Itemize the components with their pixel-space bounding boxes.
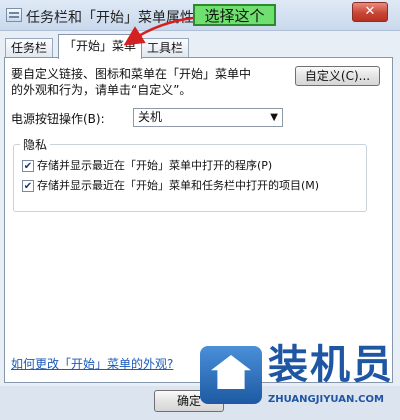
checkbox-icon[interactable]: ✔	[22, 160, 34, 172]
recent-programs-option[interactable]: ✔ 存储并显示最近在「开始」菜单中打开的程序(P)	[22, 157, 272, 173]
tab-toolbars[interactable]: 工具栏	[141, 38, 190, 58]
annotation-callout: 选择这个	[193, 4, 276, 26]
customize-description: 要自定义链接、图标和菜单在「开始」菜单中的外观和行为，请单击“自定义”。	[11, 67, 252, 97]
watermark-url: ZHUANGJIYUAN.COM	[268, 394, 384, 405]
house-logo-icon	[200, 346, 262, 404]
tab-label: 工具栏	[147, 41, 184, 55]
tab-taskbar[interactable]: 任务栏	[5, 38, 54, 58]
tab-label: 「开始」菜单	[64, 39, 137, 53]
tab-label: 任务栏	[11, 41, 48, 55]
power-button-value: 关机	[138, 110, 163, 124]
close-button[interactable]: ✕	[352, 2, 388, 22]
tab-start-menu[interactable]: 「开始」菜单	[58, 34, 143, 60]
watermark-title: 装机员	[268, 342, 394, 388]
watermark: 装机员 ZHUANGJIYUAN.COM	[200, 340, 400, 420]
start-menu-panel: 要自定义链接、图标和菜单在「开始」菜单中的外观和行为，请单击“自定义”。 自定义…	[4, 57, 393, 383]
customize-button[interactable]: 自定义(C)...	[295, 66, 380, 86]
option-label: 存储并显示最近在「开始」菜单和任务栏中打开的项目(M)	[37, 179, 320, 192]
option-label: 存储并显示最近在「开始」菜单中打开的程序(P)	[37, 159, 273, 172]
dropdown-arrow-icon: ▼	[270, 112, 278, 123]
tab-strip: 任务栏 「开始」菜单 工具栏	[0, 32, 400, 60]
recent-items-option[interactable]: ✔ 存储并显示最近在「开始」菜单和任务栏中打开的项目(M)	[22, 177, 319, 193]
checkbox-icon[interactable]: ✔	[22, 180, 34, 192]
appearance-help-link[interactable]: 如何更改「开始」菜单的外观?	[11, 355, 173, 372]
power-button-label: 电源按钮操作(B):	[11, 112, 105, 126]
privacy-group: 隐私 ✔ 存储并显示最近在「开始」菜单中打开的程序(P) ✔ 存储并显示最近在「开始…	[13, 136, 367, 212]
power-button-select[interactable]: 关机 ▼	[133, 108, 283, 127]
privacy-group-title: 隐私	[20, 136, 51, 153]
window-title: 任务栏和「开始」菜单属性	[26, 10, 194, 26]
window-app-icon	[6, 8, 22, 22]
